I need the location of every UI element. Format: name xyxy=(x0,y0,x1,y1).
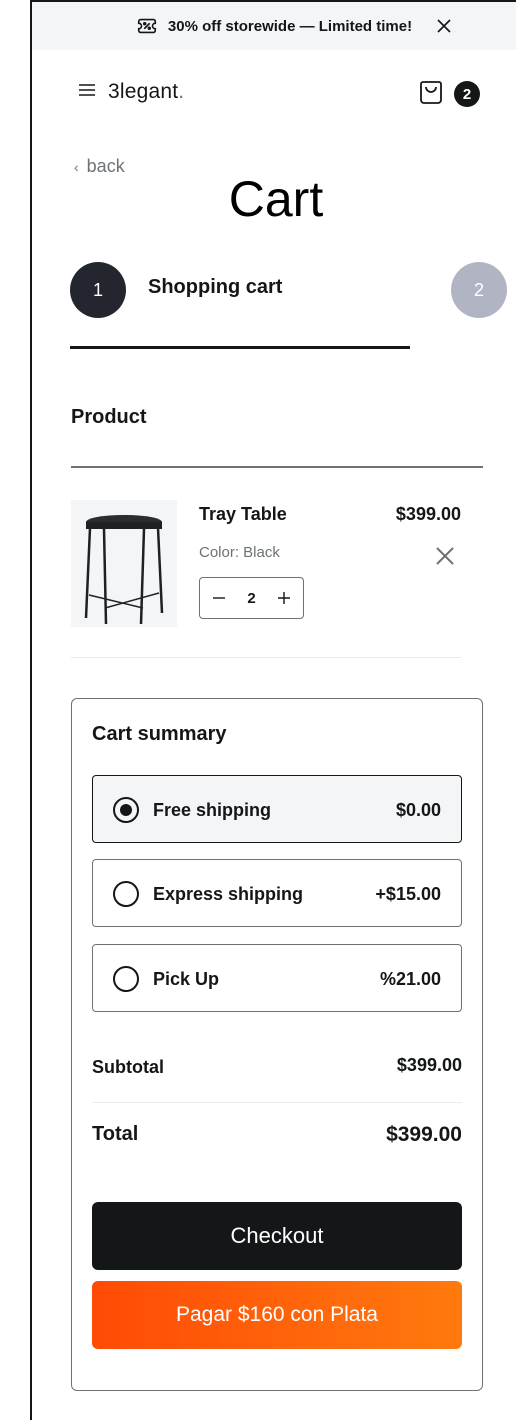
checkout-steps: 1 Shopping cart 2 xyxy=(70,262,516,352)
header-nav: 3legant. 2 xyxy=(32,50,516,140)
active-step-underline xyxy=(70,346,410,349)
shopping-bag-icon[interactable] xyxy=(416,77,446,107)
radio-icon[interactable] xyxy=(113,797,139,823)
radio-icon[interactable] xyxy=(113,966,139,992)
summary-divider xyxy=(92,1102,462,1103)
item-color: Color: Black xyxy=(199,544,280,561)
brand-logo-text: 3legant xyxy=(108,80,179,103)
radio-selected-dot xyxy=(120,804,132,816)
cart-count-badge: 2 xyxy=(454,81,480,107)
total-value: $399.00 xyxy=(386,1123,462,1146)
step-1-label[interactable]: Shopping cart xyxy=(148,276,282,299)
shipping-option-label: Pick Up xyxy=(153,969,220,989)
total-label: Total xyxy=(92,1123,139,1145)
ticket-percent-icon xyxy=(137,18,156,34)
quantity-value: 2 xyxy=(247,589,256,607)
shipping-option-pickup[interactable]: Pick Up %21.00 xyxy=(92,944,462,1012)
promo-text: 30% off storewide — Limited time! xyxy=(167,17,413,35)
radio-icon[interactable] xyxy=(113,881,139,907)
minus-icon[interactable] xyxy=(210,589,228,607)
cart-item: Tray Table Color: Black $399.00 2 xyxy=(71,500,463,658)
product-image xyxy=(71,500,177,627)
header-divider xyxy=(71,466,483,468)
cart-summary-panel: Cart summary Free shipping $0.00 Express… xyxy=(71,698,483,1391)
promo-bar: 30% off storewide — Limited time! xyxy=(32,2,516,50)
subtotal-value: $399.00 xyxy=(396,1055,462,1075)
cart-summary-title: Cart summary xyxy=(92,723,227,745)
shipping-option-label: Free shipping xyxy=(153,800,272,820)
item-price: $399.00 xyxy=(395,504,461,524)
shipping-option-label: Express shipping xyxy=(153,884,304,904)
shipping-option-free[interactable]: Free shipping $0.00 xyxy=(92,775,462,843)
brand-logo[interactable]: 3legant. xyxy=(108,80,184,104)
promo-close-button[interactable] xyxy=(430,12,458,40)
brand-logo-dot: . xyxy=(178,80,185,103)
remove-item-button[interactable] xyxy=(431,542,459,570)
step-1-number[interactable]: 1 xyxy=(70,262,126,318)
pay-with-plata-button[interactable]: Pagar $160 con Plata xyxy=(92,1281,462,1349)
step-2-number[interactable]: 2 xyxy=(451,262,507,318)
page-title: Cart xyxy=(228,171,324,227)
plus-icon[interactable] xyxy=(275,589,293,607)
item-name[interactable]: Tray Table xyxy=(199,504,287,525)
item-divider xyxy=(71,657,461,658)
shipping-option-express[interactable]: Express shipping +$15.00 xyxy=(92,859,462,927)
shipping-option-amount: $0.00 xyxy=(395,800,441,820)
close-icon xyxy=(437,19,451,33)
menu-icon[interactable] xyxy=(76,79,98,101)
checkout-button[interactable]: Checkout xyxy=(92,1202,462,1270)
product-column-header: Product xyxy=(71,406,147,428)
shipping-option-amount: +$15.00 xyxy=(375,884,441,904)
shipping-option-amount: %21.00 xyxy=(379,969,441,989)
subtotal-label: Subtotal xyxy=(92,1057,164,1077)
quantity-stepper: 2 xyxy=(199,577,304,619)
